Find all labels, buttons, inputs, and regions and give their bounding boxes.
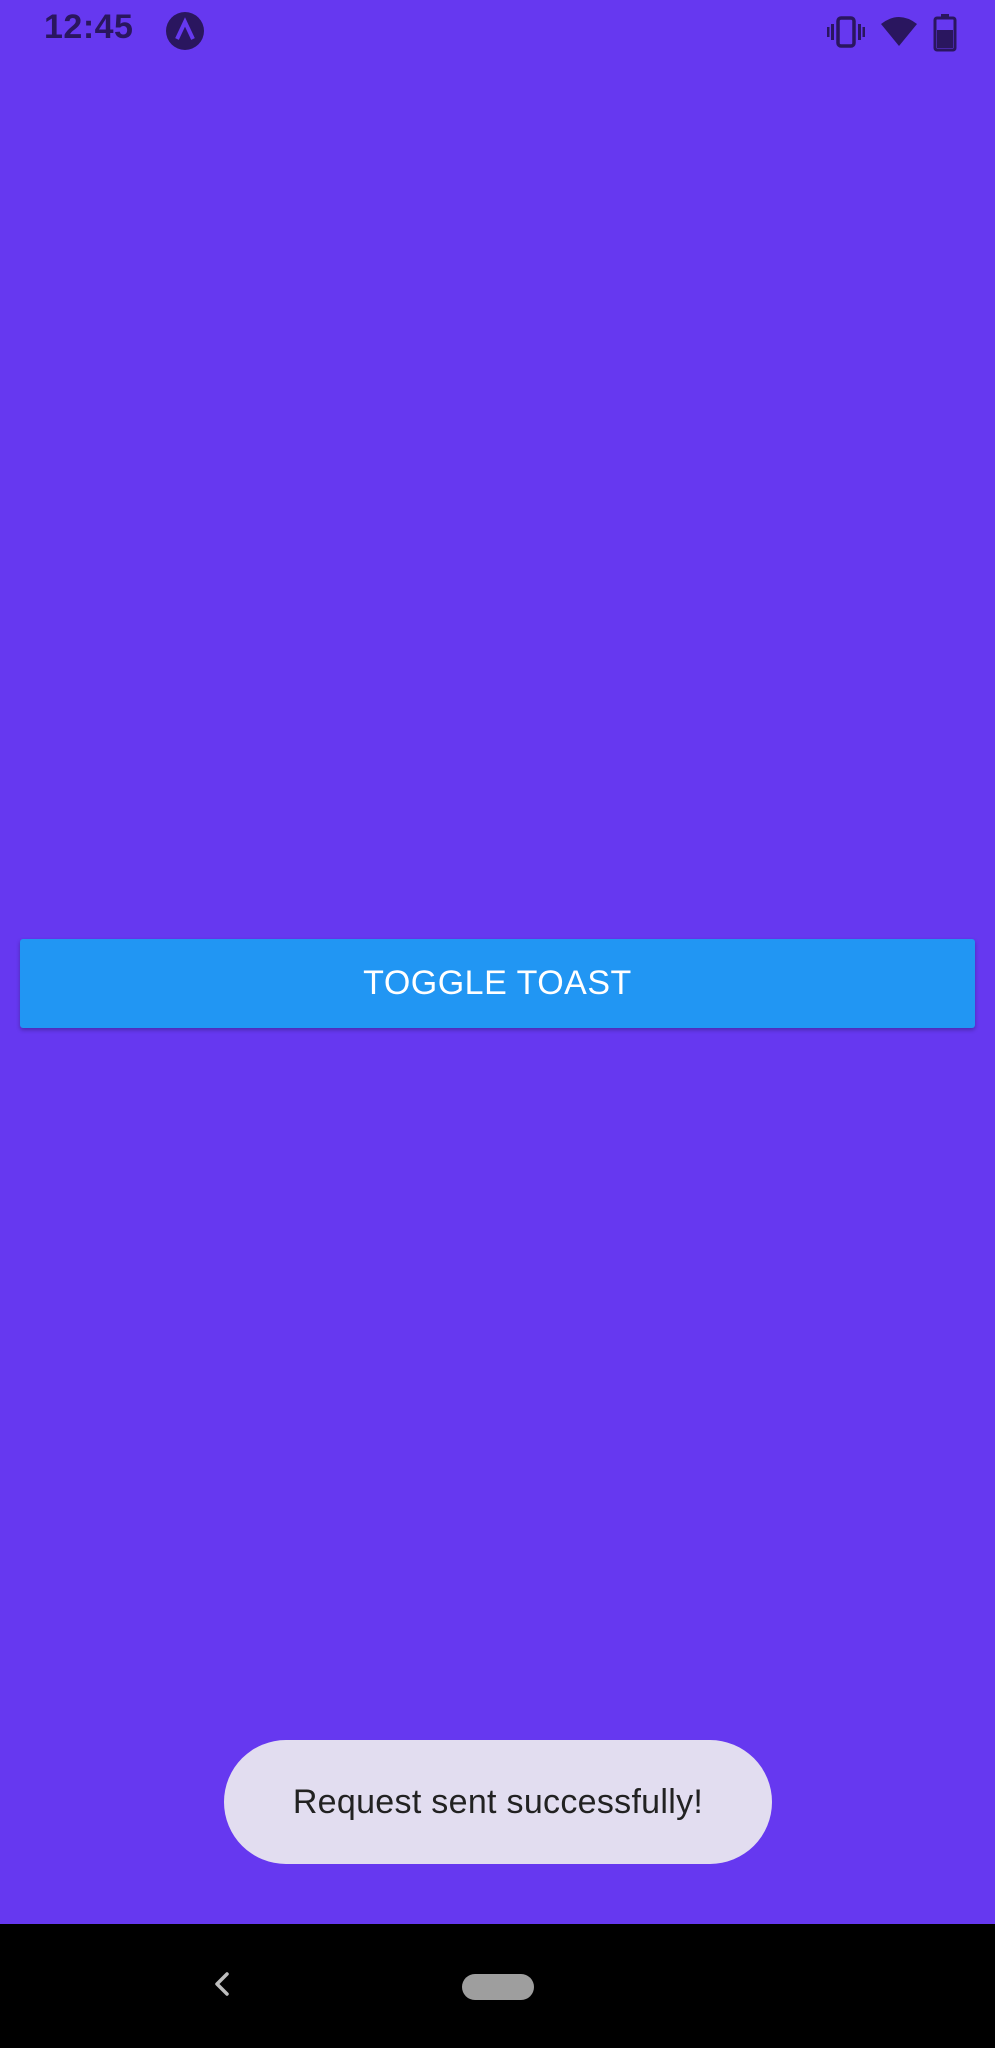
toast-message: Request sent successfully! bbox=[292, 1782, 704, 1821]
toggle-toast-button[interactable]: TOGGLE TOAST bbox=[20, 939, 975, 1028]
battery-icon bbox=[933, 12, 957, 52]
wifi-icon bbox=[879, 12, 919, 52]
back-icon[interactable] bbox=[205, 1964, 239, 2004]
toast: Request sent successfully! bbox=[224, 1740, 772, 1864]
status-icons bbox=[827, 12, 957, 52]
vibrate-icon bbox=[827, 12, 865, 52]
app-notification-icon bbox=[166, 12, 204, 50]
status-time: 12:45 bbox=[44, 8, 134, 46]
status-bar: 12:45 bbox=[0, 0, 995, 62]
home-pill[interactable] bbox=[462, 1974, 534, 2000]
navigation-bar bbox=[0, 1924, 995, 2048]
